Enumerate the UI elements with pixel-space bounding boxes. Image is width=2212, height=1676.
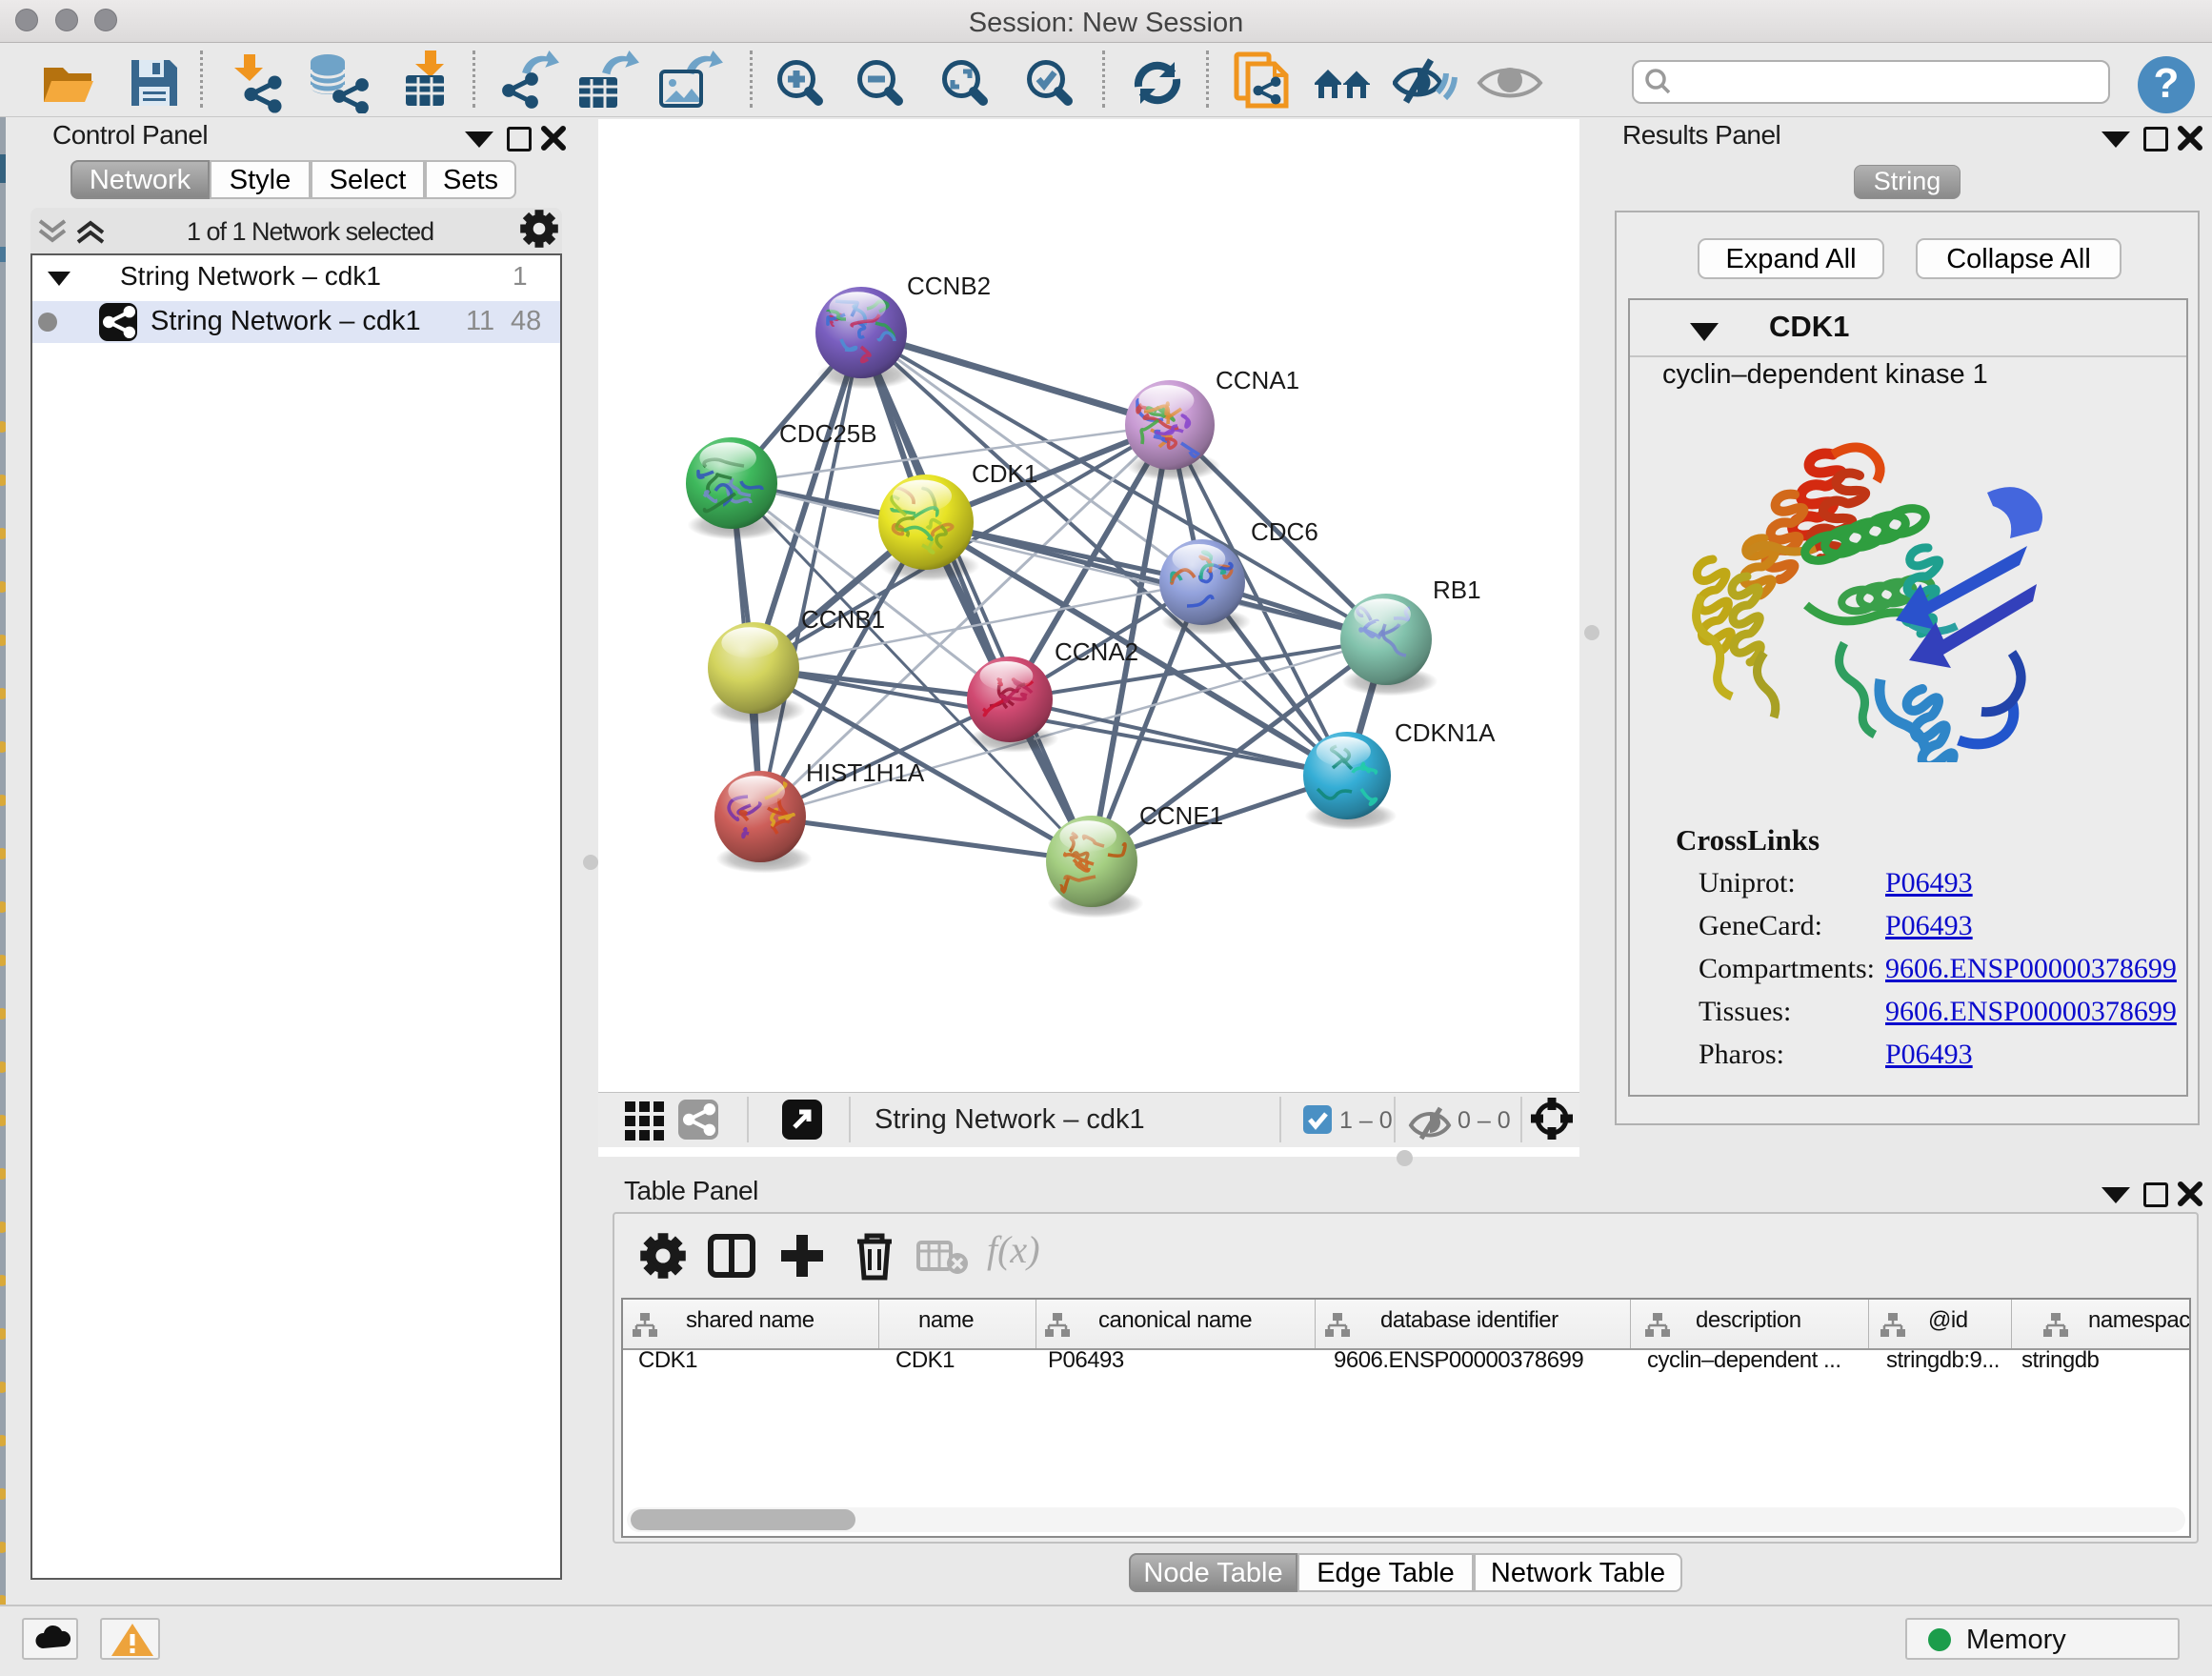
svg-text:CDC25B: CDC25B: [779, 419, 877, 448]
svg-text:HIST1H1A: HIST1H1A: [806, 758, 925, 787]
svg-text:CCNB1: CCNB1: [801, 605, 885, 634]
svg-text:CDK1: CDK1: [972, 459, 1037, 488]
svg-text:CDKN1A: CDKN1A: [1395, 718, 1496, 747]
svg-text:CDC6: CDC6: [1251, 517, 1318, 546]
svg-text:CCNE1: CCNE1: [1139, 801, 1223, 830]
svg-text:RB1: RB1: [1433, 575, 1481, 604]
svg-text:CCNA1: CCNA1: [1216, 366, 1299, 394]
svg-text:CCNA2: CCNA2: [1055, 637, 1138, 666]
svg-text:CCNB2: CCNB2: [907, 272, 991, 300]
